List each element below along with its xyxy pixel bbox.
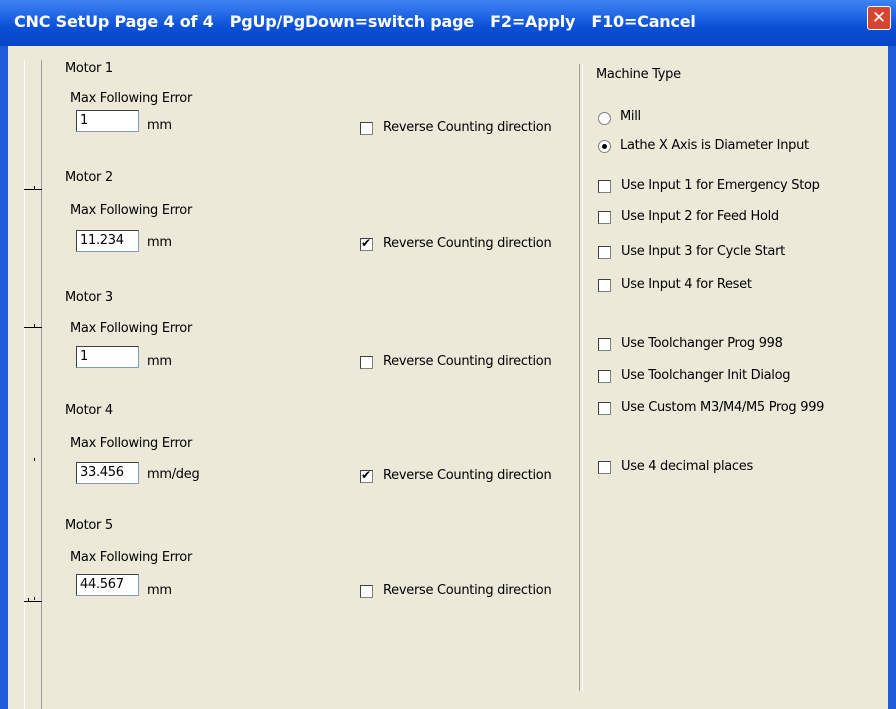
- motor-3-reverse-checkbox[interactable]: [360, 356, 373, 369]
- motor-2-error-label: Max Following Error: [70, 203, 193, 218]
- close-button[interactable]: ✕: [867, 6, 891, 30]
- lathe-radio[interactable]: [598, 140, 611, 153]
- option-checkbox-toolchanger-prog[interactable]: [598, 338, 611, 351]
- option-checkbox-cycle-start[interactable]: [598, 246, 611, 259]
- motor-2-reverse-checkbox[interactable]: [360, 236, 373, 251]
- motor-3-error-input[interactable]: 1: [76, 346, 139, 368]
- option-label-feed-hold: Use Input 2 for Feed Hold: [621, 209, 779, 224]
- slider-tick-mark: [34, 458, 35, 461]
- motor-1-error-input[interactable]: 1: [76, 110, 139, 132]
- motor-2-unit: mm: [147, 235, 172, 250]
- title-bar[interactable]: CNC SetUp Page 4 of 4 PgUp/PgDown=switch…: [0, 0, 896, 46]
- motor-4-error-label: Max Following Error: [70, 436, 193, 451]
- motor-1-label: Motor 1: [65, 61, 113, 76]
- motor-4-reverse-checkbox[interactable]: [360, 468, 373, 483]
- motor-1-unit: mm: [147, 118, 172, 133]
- motor-2-error-input[interactable]: 11.234: [76, 230, 139, 252]
- machine-type-heading: Machine Type: [596, 67, 681, 82]
- motor-5-reverse-label: Reverse Counting direction: [383, 583, 552, 598]
- option-label-reset: Use Input 4 for Reset: [621, 277, 752, 292]
- motor-1-reverse-checkbox[interactable]: [360, 122, 373, 135]
- motor-4-error-input[interactable]: 33.456: [76, 462, 139, 484]
- window-title: CNC SetUp Page 4 of 4 PgUp/PgDown=switch…: [14, 12, 696, 31]
- option-label-decimal-places: Use 4 decimal places: [621, 459, 753, 474]
- motor-1-reverse-label: Reverse Counting direction: [383, 120, 552, 135]
- slider-tick-mark: [28, 598, 29, 601]
- column-divider: [579, 64, 583, 691]
- option-checkbox-custom-m3[interactable]: [598, 402, 611, 415]
- option-checkbox-feed-hold[interactable]: [598, 211, 611, 224]
- slider-tick-mark: [34, 324, 35, 327]
- motor-5-reverse-checkbox[interactable]: [360, 585, 373, 598]
- mill-radio[interactable]: [598, 112, 611, 125]
- motor-4-unit: mm/deg: [147, 467, 200, 482]
- motor-5-error-input[interactable]: 44.567: [76, 574, 139, 596]
- motor-3-error-label: Max Following Error: [70, 321, 193, 336]
- option-label-toolchanger-init: Use Toolchanger Init Dialog: [621, 368, 791, 383]
- dialog-client: Motor 1 Max Following Error 1 mm Reverse…: [8, 46, 888, 709]
- motor-3-unit: mm: [147, 354, 172, 369]
- option-checkbox-reset[interactable]: [598, 279, 611, 292]
- motor-4-reverse-label: Reverse Counting direction: [383, 468, 552, 483]
- lathe-label: Lathe X Axis is Diameter Input: [620, 138, 809, 153]
- slider-tick-mark: [34, 186, 35, 189]
- option-checkbox-toolchanger-init[interactable]: [598, 370, 611, 383]
- motor-3-label: Motor 3: [65, 290, 113, 305]
- slider-tick: [24, 189, 42, 190]
- slider-tick-mark: [34, 597, 35, 600]
- motor-5-label: Motor 5: [65, 518, 113, 533]
- axis-slider-track[interactable]: [24, 60, 42, 709]
- motor-4-label: Motor 4: [65, 403, 113, 418]
- motor-5-error-label: Max Following Error: [70, 550, 193, 565]
- motor-1-error-label: Max Following Error: [70, 91, 193, 106]
- slider-tick: [24, 327, 42, 328]
- close-icon: ✕: [871, 8, 887, 28]
- slider-tick: [24, 601, 42, 602]
- option-checkbox-estop[interactable]: [598, 180, 611, 193]
- motor-5-unit: mm: [147, 583, 172, 598]
- motor-2-label: Motor 2: [65, 170, 113, 185]
- motor-3-reverse-label: Reverse Counting direction: [383, 354, 552, 369]
- option-label-estop: Use Input 1 for Emergency Stop: [621, 178, 820, 193]
- option-label-toolchanger-prog: Use Toolchanger Prog 998: [621, 336, 783, 351]
- option-label-cycle-start: Use Input 3 for Cycle Start: [621, 244, 785, 259]
- mill-label: Mill: [620, 109, 641, 124]
- option-checkbox-decimal-places[interactable]: [598, 461, 611, 474]
- setup-window: CNC SetUp Page 4 of 4 PgUp/PgDown=switch…: [0, 0, 896, 709]
- option-label-custom-m3: Use Custom M3/M4/M5 Prog 999: [621, 400, 825, 415]
- motor-2-reverse-label: Reverse Counting direction: [383, 236, 552, 251]
